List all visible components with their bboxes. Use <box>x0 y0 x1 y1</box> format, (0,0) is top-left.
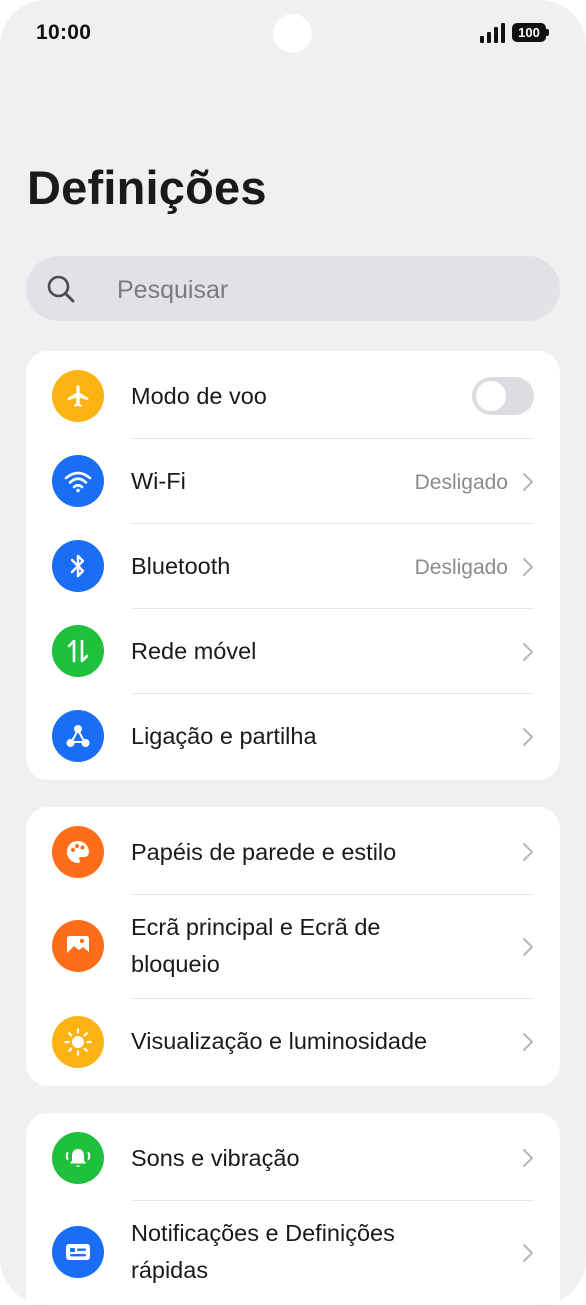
airplane-mode-toggle[interactable] <box>472 377 534 415</box>
row-label: Ecrã principal e Ecrã de bloqueio <box>131 914 381 977</box>
search-icon <box>47 275 75 303</box>
row-label: Rede móvel <box>131 638 257 664</box>
settings-group-sound-notifications: Sons e vibração Notificações e Definiçõe… <box>26 1113 560 1305</box>
notifications-icon <box>52 1226 104 1278</box>
row-airplane-mode[interactable]: Modo de voo <box>26 351 560 439</box>
bluetooth-status: Desligado <box>414 556 508 579</box>
chevron-right-icon <box>523 643 533 661</box>
row-wallpaper-style[interactable]: Papéis de parede e estilo <box>26 807 560 895</box>
mobile-data-icon <box>52 625 104 677</box>
bell-icon <box>52 1132 104 1184</box>
chevron-right-icon <box>523 473 533 491</box>
brightness-icon <box>52 1016 104 1068</box>
signal-icon <box>480 23 505 43</box>
row-label: Modo de voo <box>131 383 267 409</box>
chevron-right-icon <box>523 1033 533 1051</box>
row-label: Bluetooth <box>131 553 231 579</box>
search-bar[interactable]: Pesquisar <box>26 256 560 321</box>
row-home-lock-screen[interactable]: Ecrã principal e Ecrã de bloqueio <box>26 895 560 999</box>
share-icon <box>52 710 104 762</box>
settings-group-display: Papéis de parede e estilo Ecrã principal… <box>26 807 560 1086</box>
palette-icon <box>52 826 104 878</box>
airplane-icon <box>52 370 104 422</box>
battery-level: 100 <box>512 23 546 42</box>
toggle-knob <box>476 381 506 411</box>
wifi-status: Desligado <box>414 471 508 494</box>
status-time: 10:00 <box>36 21 92 44</box>
row-label: Ligação e partilha <box>131 723 317 749</box>
battery-icon: 100 <box>512 23 549 42</box>
page-title: Definições <box>27 161 267 214</box>
chevron-right-icon <box>523 558 533 576</box>
wifi-icon <box>52 455 104 507</box>
wallpaper-icon <box>52 920 104 972</box>
row-connection-sharing[interactable]: Ligação e partilha <box>26 694 560 780</box>
camera-cutout <box>273 14 312 53</box>
row-label: Wi-Fi <box>131 468 186 494</box>
chevron-right-icon <box>523 938 533 956</box>
chevron-right-icon <box>523 728 533 746</box>
row-wifi[interactable]: Wi-Fi Desligado <box>26 439 560 524</box>
row-notifications-quick-settings[interactable]: Notificações e Definições rápidas <box>26 1201 560 1305</box>
chevron-right-icon <box>523 1149 533 1167</box>
chevron-right-icon <box>523 1244 533 1262</box>
row-label: Sons e vibração <box>131 1145 300 1171</box>
chevron-right-icon <box>523 843 533 861</box>
row-sound-vibration[interactable]: Sons e vibração <box>26 1113 560 1201</box>
phone-screen: 10:00 100 Definições Pesquisar Modo de v… <box>0 0 586 1305</box>
row-label: Papéis de parede e estilo <box>131 839 397 865</box>
row-label: Visualização e luminosidade <box>131 1028 428 1054</box>
status-bar: 10:00 100 <box>0 0 586 68</box>
row-mobile-network[interactable]: Rede móvel <box>26 609 560 694</box>
row-bluetooth[interactable]: Bluetooth Desligado <box>26 524 560 609</box>
row-label: Notificações e Definições rápidas <box>131 1220 395 1283</box>
search-placeholder: Pesquisar <box>117 276 229 304</box>
row-display-brightness[interactable]: Visualização e luminosidade <box>26 999 560 1086</box>
bluetooth-icon <box>52 540 104 592</box>
settings-group-connectivity: Modo de voo Wi-Fi Desligado Bluetooth De… <box>26 351 560 780</box>
